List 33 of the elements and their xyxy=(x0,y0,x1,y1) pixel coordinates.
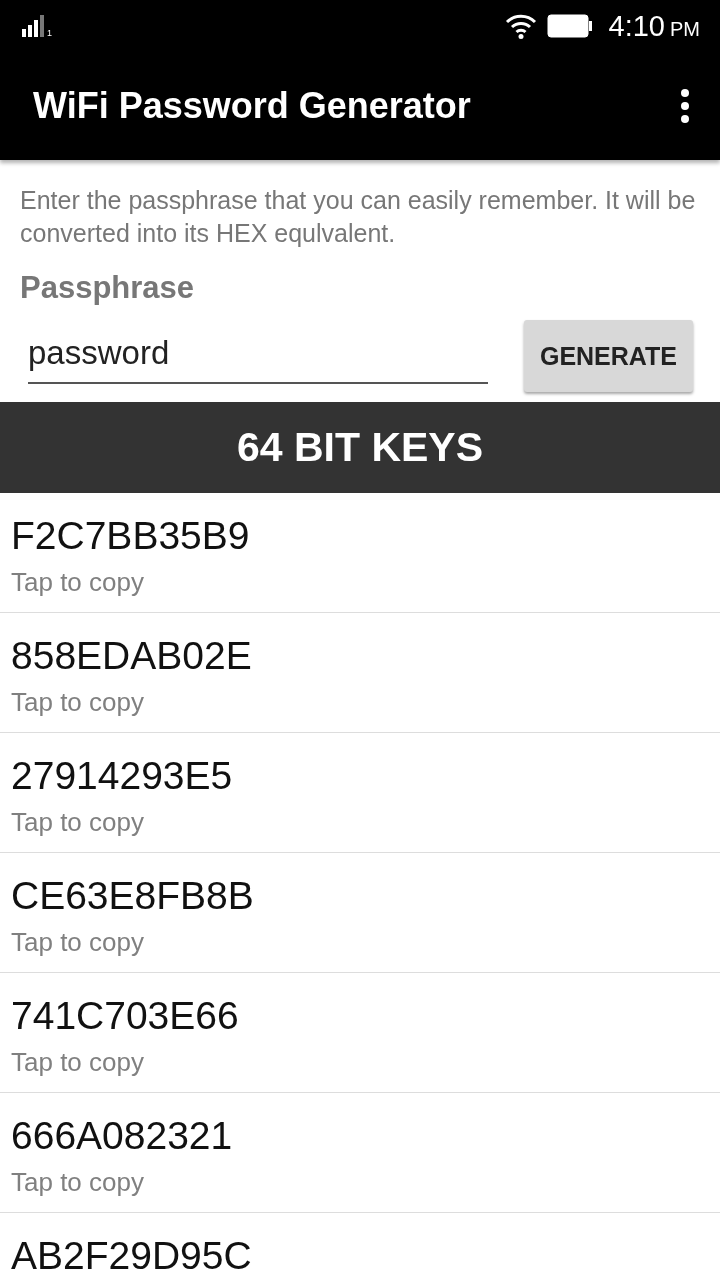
copy-hint: Tap to copy xyxy=(11,1167,145,1198)
key-list-item[interactable]: 858EDAB02E Tap to copy xyxy=(0,613,720,733)
battery-icon xyxy=(546,14,593,38)
copy-hint: Tap to copy xyxy=(11,1047,145,1078)
passphrase-label: Passphrase xyxy=(20,270,196,306)
key-list-item[interactable]: 27914293E5 Tap to copy xyxy=(0,733,720,853)
key-value: AB2F29D95C xyxy=(11,1233,253,1279)
key-list-item[interactable]: 741C703E66 Tap to copy xyxy=(0,973,720,1093)
key-value: 741C703E66 xyxy=(11,993,240,1039)
clock-time: 4:10 xyxy=(608,9,665,43)
clock-meridiem: PM xyxy=(670,17,700,41)
key-value: 27914293E5 xyxy=(11,753,234,799)
app-title: WiFi Password Generator xyxy=(33,85,472,127)
key-list-item[interactable]: AB2F29D95C xyxy=(0,1213,720,1280)
key-list-item[interactable]: CE63E8FB8B Tap to copy xyxy=(0,853,720,973)
generate-button[interactable]: GENERATE xyxy=(523,320,693,392)
key-value: CE63E8FB8B xyxy=(11,873,255,919)
copy-hint: Tap to copy xyxy=(11,567,145,598)
key-list-item[interactable]: F2C7BB35B9 Tap to copy xyxy=(0,493,720,613)
copy-hint: Tap to copy xyxy=(11,927,145,958)
instruction-text: Enter the passphrase that you can easily remember. It will be converted into its HEX equlvalent. xyxy=(20,185,697,249)
overflow-menu-icon xyxy=(680,89,690,123)
copy-hint: Tap to copy xyxy=(11,807,145,838)
passphrase-field[interactable]: password xyxy=(28,328,488,384)
key-value: 666A082321 xyxy=(11,1113,234,1159)
section-header: 64 BIT KEYS xyxy=(0,402,720,493)
sim-number: 1 xyxy=(47,28,52,38)
copy-hint: Tap to copy xyxy=(11,687,145,718)
wifi-icon xyxy=(504,13,537,39)
key-value: 858EDAB02E xyxy=(11,633,253,679)
signal-icon xyxy=(22,15,46,37)
key-list-item[interactable]: 666A082321 Tap to copy xyxy=(0,1093,720,1213)
key-value: F2C7BB35B9 xyxy=(11,513,251,559)
